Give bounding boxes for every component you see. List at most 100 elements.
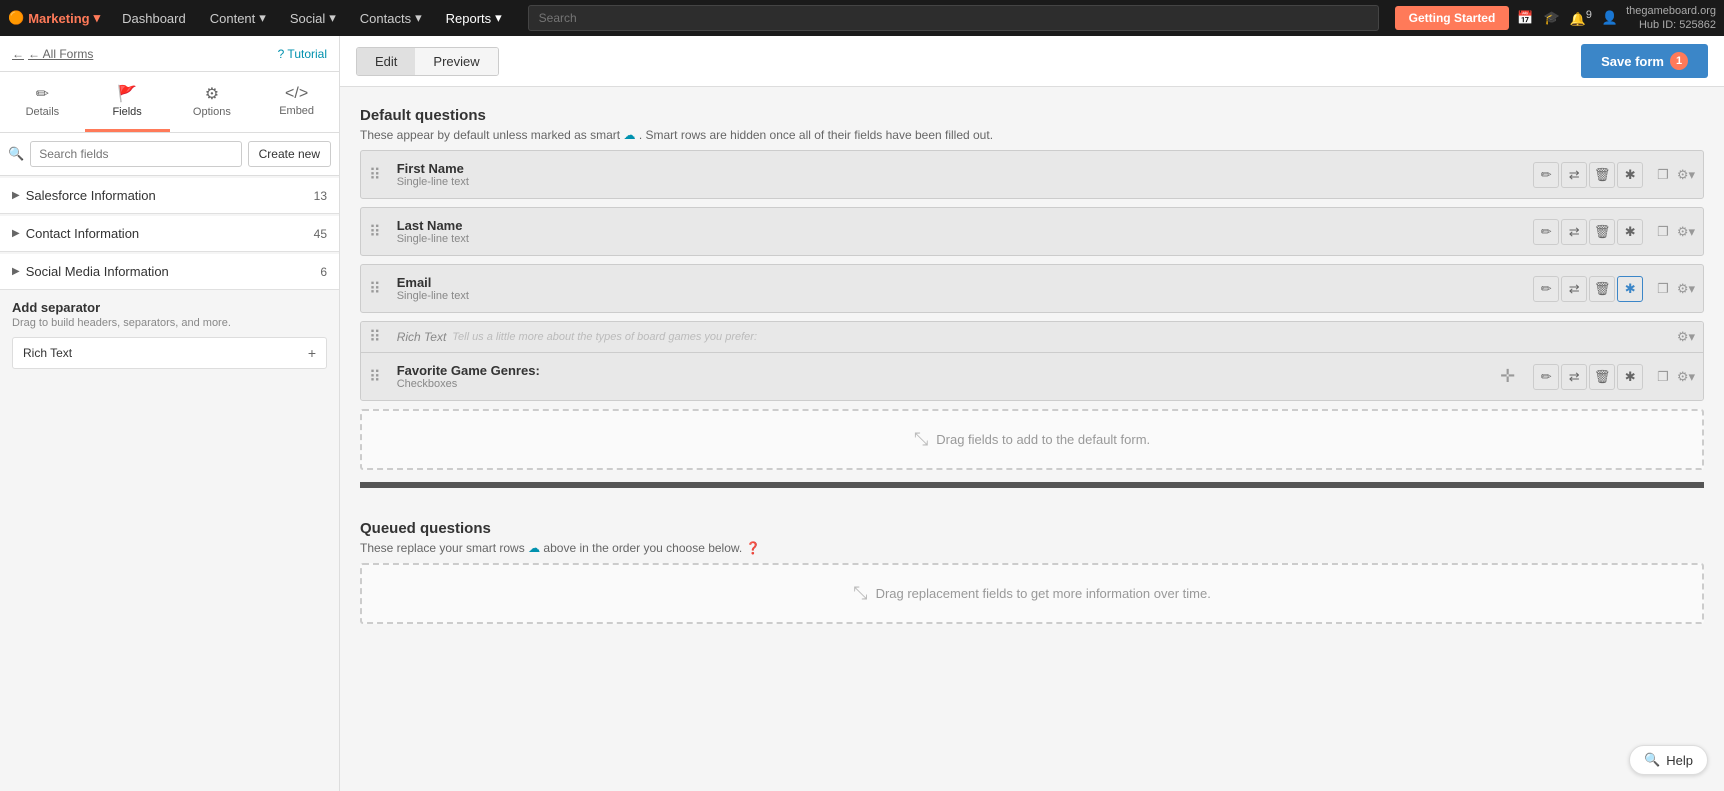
add-separator-desc: Drag to build headers, separators, and m… [12,317,327,329]
save-form-button[interactable]: Save form 1 [1581,44,1708,78]
tab-details-label: Details [26,106,60,118]
edit-field-email-button[interactable]: ✏ [1533,276,1559,302]
transfer-field-first-button[interactable]: ⇄ [1561,162,1587,188]
rich-text-placeholder: Tell us a little more about the types of… [452,331,757,343]
account-info: thegameboard.org Hub ID: 525862 [1626,4,1716,33]
fields-icon: 🚩 [117,84,137,104]
drag-handle-first-name[interactable]: ⠿ [361,151,389,198]
nav-dashboard[interactable]: Dashboard [112,0,196,36]
settings-field-genres-button[interactable]: ⚙▾ [1673,367,1699,387]
tab-options[interactable]: ⚙ Options [170,72,255,132]
calendar-icon[interactable]: 📅 [1517,10,1533,26]
field-right-genres: ❐ ⚙▾ [1649,353,1703,400]
all-forms-breadcrumb[interactable]: ← ← All Forms [12,47,93,61]
create-new-button[interactable]: Create new [248,141,331,167]
settings-field-last-button[interactable]: ⚙▾ [1673,222,1699,242]
sidebar-item-social[interactable]: ▶ Social Media Information 6 [0,254,339,290]
sidebar-item-salesforce[interactable]: ▶ Salesforce Information 13 [0,178,339,214]
smart-link[interactable]: ☁ [623,128,635,142]
field-content-email: Email Single-line text [389,265,1527,312]
drag-handle-email[interactable]: ⠿ [361,265,389,312]
drop-zone-text: Drag fields to add to the default form. [936,432,1150,447]
field-actions-first: ✏ ⇄ 🗑 ✱ [1527,151,1649,198]
account-domain: thegameboard.org [1626,4,1716,18]
notifications-icon[interactable]: 🔔9 [1570,9,1592,27]
user-avatar[interactable]: 👤 [1602,10,1618,26]
field-content-first-name: First Name Single-line text [389,151,1527,198]
required-field-genres-button[interactable]: ✱ [1617,364,1643,390]
tab-details[interactable]: ✏ Details [0,72,85,132]
queued-drop-zone-text: Drag replacement fields to get more info… [876,586,1211,601]
field-name-last: Last Name [397,218,1519,233]
back-arrow-icon: ← [12,47,24,61]
field-type-last: Single-line text [397,233,1519,245]
delete-field-genres-button[interactable]: 🗑 [1589,364,1615,390]
queued-smart-link[interactable]: ☁ [528,541,540,555]
field-right-first: ❐ ⚙▾ [1649,151,1703,198]
tab-fields[interactable]: 🚩 Fields [85,72,170,132]
academy-icon[interactable]: 🎓 [1544,10,1560,26]
copy-field-last-button[interactable]: ❐ [1653,222,1673,242]
field-type-genres: Checkboxes [397,378,1480,390]
delete-field-email-button[interactable]: 🗑 [1589,276,1615,302]
field-content-genres: Favorite Game Genres: Checkboxes [389,353,1488,400]
help-button[interactable]: 🔍 Help [1629,745,1708,775]
transfer-field-genres-button[interactable]: ⇄ [1561,364,1587,390]
transfer-field-last-button[interactable]: ⇄ [1561,219,1587,245]
contact-label: Contact Information [26,226,314,241]
form-toolbar: Edit Preview Save form 1 [340,36,1724,87]
getting-started-button[interactable]: Getting Started [1395,6,1510,30]
add-separator-title: Add separator [12,300,327,315]
delete-field-first-button[interactable]: 🗑 [1589,162,1615,188]
add-icon: + [308,345,316,361]
delete-field-last-button[interactable]: 🗑 [1589,219,1615,245]
edit-field-genres-button[interactable]: ✏ [1533,364,1559,390]
drag-handle-genres[interactable]: ⠿ [361,353,389,400]
settings-field-first-button[interactable]: ⚙▾ [1673,165,1699,185]
edit-button[interactable]: Edit [357,48,415,75]
copy-field-genres-button[interactable]: ❐ [1653,367,1673,387]
brand-logo[interactable]: 🟠 Marketing ▾ [8,10,100,26]
settings-field-email-button[interactable]: ⚙▾ [1673,279,1699,299]
social-arrow-icon: ▶ [12,266,20,277]
separator-bar [360,482,1704,488]
required-field-last-button[interactable]: ✱ [1617,219,1643,245]
save-form-label: Save form [1601,54,1664,69]
form-fields-area: ⠿ First Name Single-line text ✏ ⇄ 🗑 ✱ ❐ … [340,150,1724,470]
tab-options-label: Options [193,106,231,118]
field-name-genres: Favorite Game Genres: [397,363,1480,378]
field-content-last-name: Last Name Single-line text [389,208,1527,255]
nav-contacts[interactable]: Contacts ▾ [350,0,432,36]
nav-social[interactable]: Social ▾ [280,0,346,36]
copy-field-first-button[interactable]: ❐ [1653,165,1673,185]
nav-reports[interactable]: Reports ▾ [436,0,512,36]
required-field-first-button[interactable]: ✱ [1617,162,1643,188]
rich-text-item[interactable]: Rich Text + [12,337,327,369]
tab-fields-label: Fields [112,106,141,118]
field-name-first: First Name [397,161,1519,176]
sidebar-item-contact[interactable]: ▶ Contact Information 45 [0,216,339,252]
top-navigation: 🟠 Marketing ▾ Dashboard Content ▾ Social… [0,0,1724,36]
queued-help-icon[interactable]: ❓ [746,541,761,555]
required-field-email-button[interactable]: ✱ [1617,276,1643,302]
drag-handle-last-name[interactable]: ⠿ [361,208,389,255]
copy-field-email-button[interactable]: ❐ [1653,279,1673,299]
tab-embed[interactable]: </> Embed [254,72,339,132]
preview-button[interactable]: Preview [415,48,497,75]
nav-content[interactable]: Content ▾ [200,0,276,36]
table-row: ⠿ Rich Text Tell us a little more about … [361,322,1703,352]
search-fields-input[interactable] [30,141,241,167]
table-row: ⠿ Favorite Game Genres: Checkboxes ✛ ✏ ⇄… [361,352,1703,400]
edit-field-first-button[interactable]: ✏ [1533,162,1559,188]
salesforce-label: Salesforce Information [26,188,314,203]
drag-handle-rich-text[interactable]: ⠿ [361,322,389,352]
tutorial-link[interactable]: ? Tutorial [278,47,327,61]
field-right-email: ❐ ⚙▾ [1649,265,1703,312]
field-type-first: Single-line text [397,176,1519,188]
settings-rich-text-button[interactable]: ⚙▾ [1673,327,1699,347]
contact-arrow-icon: ▶ [12,228,20,239]
edit-field-last-button[interactable]: ✏ [1533,219,1559,245]
transfer-field-email-button[interactable]: ⇄ [1561,276,1587,302]
nav-search-input[interactable] [528,5,1379,31]
rich-text-group: ⠿ Rich Text Tell us a little more about … [360,321,1704,401]
